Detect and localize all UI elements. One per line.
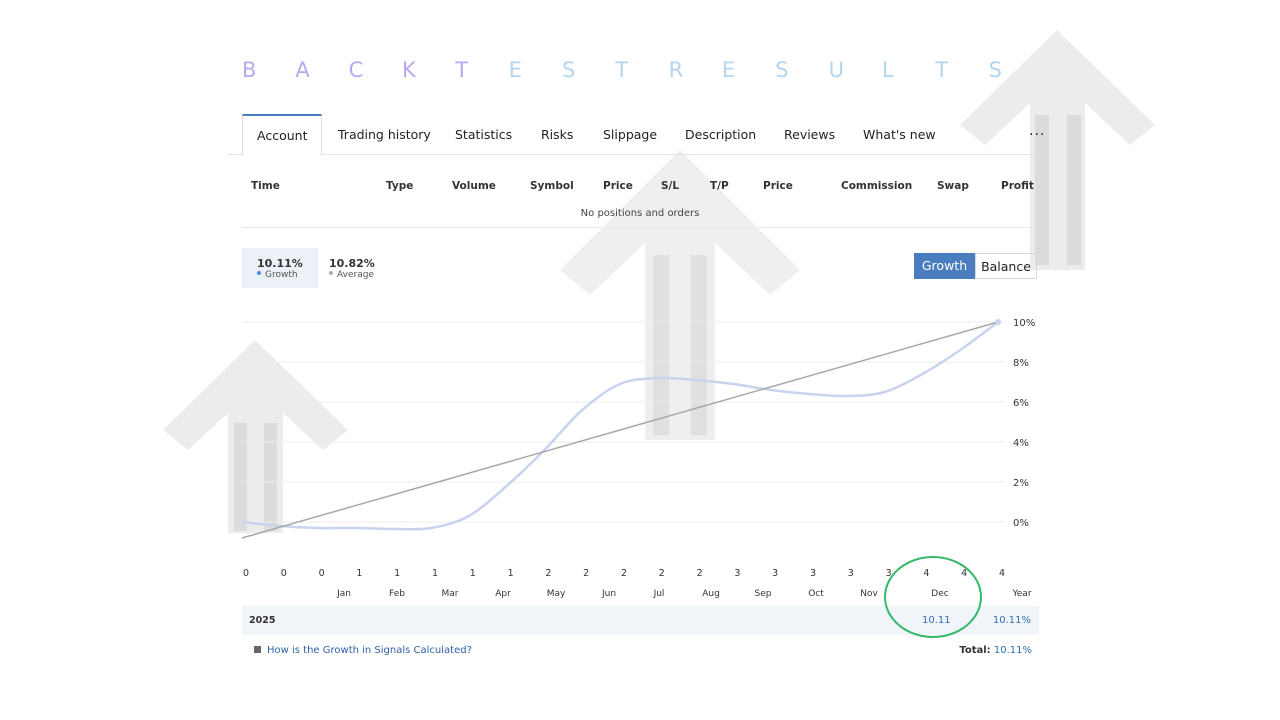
growth-series-line <box>241 320 999 531</box>
highlight-circle <box>884 556 982 638</box>
x-tick-label: 0 <box>281 568 287 579</box>
month-label: Year <box>1012 589 1032 599</box>
month-label: Apr <box>495 589 511 599</box>
year-total-value: 10.11% <box>992 615 1031 626</box>
growth-end-point <box>995 319 1001 325</box>
x-tick-label: 2 <box>697 568 703 579</box>
x-tick-label: 1 <box>470 568 476 579</box>
month-label: Aug <box>702 589 720 599</box>
x-tick-label: 3 <box>734 568 740 579</box>
help-link-text: How is the Growth in Signals Calculated? <box>267 645 472 656</box>
x-tick-label: 3 <box>848 568 854 579</box>
month-label: Jul <box>653 589 665 599</box>
total-label: Total: <box>959 645 991 656</box>
x-tick-label: 2 <box>659 568 665 579</box>
month-label: Oct <box>808 589 824 599</box>
x-tick-label: 0 <box>243 568 249 579</box>
x-tick-label: 1 <box>432 568 438 579</box>
x-tick-label: 3 <box>810 568 816 579</box>
month-label: Nov <box>860 589 878 599</box>
x-tick-label: 2 <box>545 568 551 579</box>
average-series-line <box>241 321 999 539</box>
x-tick-label: 1 <box>356 568 362 579</box>
y-tick-label: 6% <box>1013 398 1029 409</box>
y-tick-label: 2% <box>1013 478 1029 489</box>
help-link[interactable]: How is the Growth in Signals Calculated? <box>254 645 472 656</box>
month-label: Jan <box>337 589 351 599</box>
y-tick-label: 10% <box>1013 318 1035 329</box>
month-label: May <box>546 589 566 599</box>
x-tick-label: 2 <box>583 568 589 579</box>
total-summary: Total: 10.11% <box>940 645 1032 656</box>
document-icon <box>254 646 261 653</box>
x-tick-label: 2 <box>621 568 627 579</box>
month-label: Feb <box>389 589 405 599</box>
month-label: Jun <box>601 589 617 599</box>
total-value: 10.11% <box>993 645 1032 656</box>
x-tick-label: 4 <box>999 568 1005 579</box>
month-label: Mar <box>441 589 459 599</box>
month-label: Sep <box>754 589 772 599</box>
y-tick-label: 8% <box>1013 358 1029 369</box>
x-tick-label: 1 <box>394 568 400 579</box>
x-tick-label: 1 <box>508 568 514 579</box>
x-tick-label: 3 <box>772 568 778 579</box>
y-tick-label: 0% <box>1013 518 1029 529</box>
y-tick-label: 4% <box>1013 438 1029 449</box>
x-tick-label: 0 <box>319 568 325 579</box>
year-label: 2025 <box>249 615 276 626</box>
